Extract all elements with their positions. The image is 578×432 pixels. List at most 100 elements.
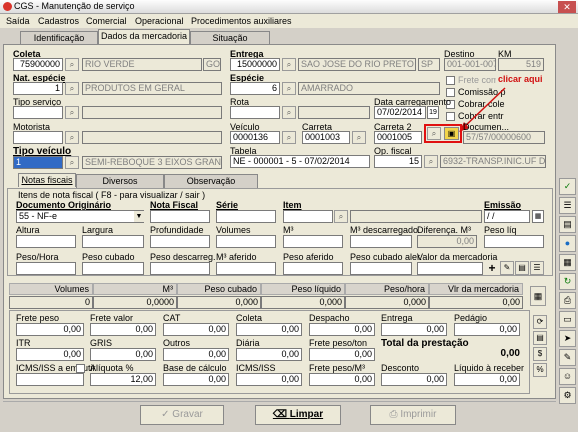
item-field[interactable] bbox=[283, 210, 333, 223]
peso-aferido-field[interactable] bbox=[283, 262, 343, 275]
peso-hora-field[interactable] bbox=[16, 262, 76, 275]
print-icon[interactable]: ⎙ bbox=[559, 292, 576, 309]
entrega-frete-field[interactable]: 0,00 bbox=[381, 323, 447, 336]
carreta2-field[interactable]: 0001005 bbox=[374, 131, 422, 144]
subtab-notas-fiscais[interactable]: Notas fiscais bbox=[18, 173, 76, 187]
grid-icon[interactable]: ▦ bbox=[559, 254, 576, 271]
binoculars-icon[interactable]: ⌕ bbox=[424, 155, 438, 168]
despacho-field[interactable]: 0,00 bbox=[309, 323, 375, 336]
menu-comercial[interactable]: Comercial bbox=[86, 16, 127, 26]
pedagio-field[interactable]: 0,00 bbox=[454, 323, 520, 336]
money-icon[interactable]: $ bbox=[533, 347, 547, 361]
menu-cadastros[interactable]: Cadastros bbox=[38, 16, 79, 26]
frete-peso-m3-field[interactable]: 0,00 bbox=[309, 373, 375, 386]
calendar-icon[interactable]: ▦ bbox=[532, 210, 544, 223]
altura-field[interactable] bbox=[16, 235, 76, 248]
globe-icon[interactable]: ● bbox=[559, 235, 576, 252]
data-carregamento-field[interactable]: 07/02/2014 bbox=[374, 106, 426, 119]
diaria-field[interactable]: 0,00 bbox=[236, 348, 302, 361]
add-icon[interactable]: + bbox=[486, 262, 498, 274]
check-icon[interactable]: ✓ bbox=[559, 178, 576, 195]
volumes-field[interactable] bbox=[216, 235, 276, 248]
binoculars-icon[interactable]: ⌕ bbox=[65, 106, 79, 119]
report-icon[interactable]: ▤ bbox=[559, 216, 576, 233]
binoculars-icon[interactable]: ⌕ bbox=[282, 82, 296, 95]
icms-iss-field[interactable]: 0,00 bbox=[236, 373, 302, 386]
tab-dados-mercadoria[interactable]: Dados da mercadoria bbox=[98, 29, 190, 45]
carreta-field[interactable]: 0001003 bbox=[302, 131, 350, 144]
subtab-diversos[interactable]: Diversos bbox=[76, 174, 164, 188]
arrow-icon[interactable]: ➤ bbox=[559, 330, 576, 347]
edit-icon[interactable]: ✎ bbox=[500, 261, 514, 275]
doc-originario-select[interactable]: 55 - NF-e bbox=[16, 210, 144, 223]
peso-cubado-field[interactable] bbox=[82, 262, 144, 275]
emissao-field[interactable]: / / bbox=[484, 210, 530, 223]
user-icon[interactable]: ☺ bbox=[559, 368, 576, 385]
binoculars-icon[interactable]: ⌕ bbox=[65, 131, 79, 144]
binoculars-icon[interactable]: ⌕ bbox=[282, 131, 296, 144]
aliquota-field[interactable]: 12,00 bbox=[90, 373, 156, 386]
imprimir-button[interactable]: ⎙ Imprimir bbox=[370, 405, 456, 425]
table-icon[interactable]: ▤ bbox=[515, 261, 529, 275]
base-calculo-field[interactable]: 0,00 bbox=[163, 373, 229, 386]
motorista-code[interactable] bbox=[13, 131, 63, 144]
binoculars-icon[interactable]: ⌕ bbox=[65, 58, 79, 71]
binoculars-icon[interactable]: ⌕ bbox=[282, 106, 296, 119]
op-fiscal-code[interactable]: 15 bbox=[374, 155, 422, 168]
cobrar-entrega-checkbox[interactable] bbox=[446, 112, 455, 121]
binoculars-icon[interactable]: ⌕ bbox=[427, 127, 441, 140]
list-icon[interactable]: ☰ bbox=[559, 197, 576, 214]
largura-field[interactable] bbox=[82, 235, 144, 248]
liquido-receber-field[interactable]: 0,00 bbox=[454, 373, 520, 386]
list-icon[interactable]: ☰ bbox=[530, 261, 544, 275]
settings-icon[interactable]: ⚙ bbox=[559, 387, 576, 404]
peso-liq-field[interactable] bbox=[484, 235, 544, 248]
outros-field[interactable]: 0,00 bbox=[163, 348, 229, 361]
binoculars-icon[interactable]: ⌕ bbox=[352, 131, 366, 144]
binoculars-icon[interactable]: ⌕ bbox=[65, 156, 79, 169]
profundidade-field[interactable] bbox=[150, 235, 210, 248]
comissao-checkbox[interactable] bbox=[446, 88, 455, 97]
menu-operacional[interactable]: Operacional bbox=[135, 16, 184, 26]
frete-peso-field[interactable]: 0,00 bbox=[16, 323, 84, 336]
edit-icon[interactable]: ✎ bbox=[559, 349, 576, 366]
icms-embutir-checkbox[interactable] bbox=[76, 364, 85, 373]
cat-field[interactable]: 0,00 bbox=[163, 323, 229, 336]
subtab-observacao[interactable]: Observação bbox=[164, 174, 258, 188]
document-icon[interactable]: ▤ bbox=[533, 331, 547, 345]
menu-procedimentos[interactable]: Procedimentos auxiliares bbox=[191, 16, 292, 26]
tabela-field[interactable]: NE - 000001 - 5 - 07/02/2014 bbox=[230, 155, 370, 168]
frete-peso-ton-field[interactable]: 0,00 bbox=[309, 348, 375, 361]
percent-icon[interactable]: % bbox=[533, 363, 547, 377]
gris-field[interactable]: 0,00 bbox=[90, 348, 156, 361]
calendar-icon[interactable]: 19 bbox=[427, 106, 439, 119]
rota-code[interactable] bbox=[230, 106, 280, 119]
chevron-down-icon[interactable]: ▼ bbox=[134, 211, 144, 222]
recalc-icon[interactable]: ⟳ bbox=[533, 315, 547, 329]
binoculars-icon[interactable]: ⌕ bbox=[65, 82, 79, 95]
icms-embutir-field[interactable] bbox=[16, 373, 84, 386]
coleta-code[interactable]: 75900000 bbox=[13, 58, 63, 71]
tab-identificacao[interactable]: Identificação bbox=[20, 31, 98, 45]
binoculars-icon[interactable]: ⌕ bbox=[282, 58, 296, 71]
nota-fiscal-field[interactable] bbox=[150, 210, 210, 223]
menu-saida[interactable]: Saída bbox=[6, 16, 30, 26]
binoculars-icon[interactable]: ⌕ bbox=[334, 210, 348, 223]
folder-icon[interactable]: ▭ bbox=[559, 311, 576, 328]
calculator-icon[interactable]: ▦ bbox=[530, 286, 546, 306]
especie-code[interactable]: 6 bbox=[230, 82, 280, 95]
peso-cubado-aler-field[interactable] bbox=[350, 262, 412, 275]
frete-valor-field[interactable]: 0,00 bbox=[90, 323, 156, 336]
m3-aferido-field[interactable] bbox=[216, 262, 276, 275]
coleta-frete-field[interactable]: 0,00 bbox=[236, 323, 302, 336]
desconto-field[interactable]: 0,00 bbox=[381, 373, 447, 386]
peso-descarreg-field[interactable] bbox=[150, 262, 210, 275]
serie-field[interactable] bbox=[216, 210, 276, 223]
truck-icon[interactable]: ▣ bbox=[444, 127, 459, 140]
veiculo-field[interactable]: 0000136 bbox=[230, 131, 280, 144]
frete-comb-checkbox[interactable] bbox=[446, 76, 455, 85]
tab-situacao[interactable]: Situação bbox=[190, 31, 270, 45]
entrega-code[interactable]: 15000000 bbox=[230, 58, 280, 71]
m3-field[interactable] bbox=[283, 235, 343, 248]
valor-mercadoria-field[interactable] bbox=[417, 262, 483, 275]
